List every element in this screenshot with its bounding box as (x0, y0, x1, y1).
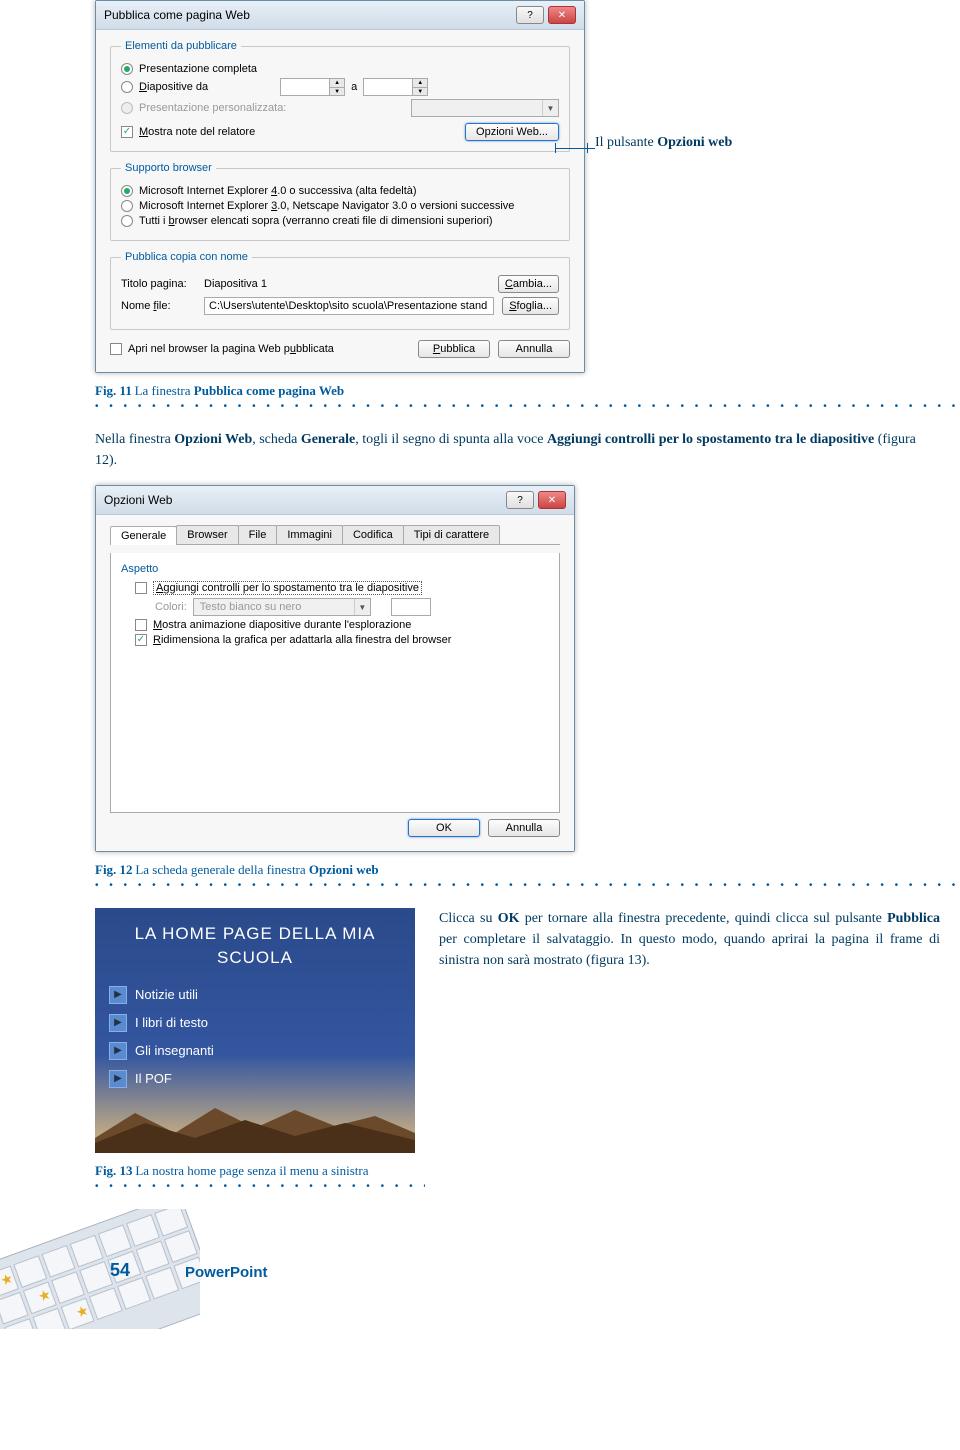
publish-copy-legend: Pubblica copia con nome (121, 251, 252, 263)
help-button[interactable]: ? (506, 491, 534, 509)
spinner-from[interactable]: ▲▼ (280, 78, 345, 96)
page-label: PowerPoint (185, 1264, 268, 1281)
checkbox-add-controls[interactable] (135, 582, 147, 594)
fig11-caption: Fig. 11 La finestra Pubblica come pagina… (95, 383, 960, 399)
colors-label: Colori: (155, 601, 187, 613)
colors-combo: Testo bianco su nero ▼ (193, 598, 371, 616)
play-icon: ▶ (109, 1070, 127, 1088)
checkbox-resize-graphics[interactable] (135, 634, 147, 646)
close-button[interactable]: ✕ (538, 491, 566, 509)
tab-file[interactable]: File (238, 525, 278, 544)
body-paragraph-2: Clicca su OK per tornare alla finestra p… (439, 908, 960, 971)
spinner-up-icon[interactable]: ▲ (413, 79, 427, 87)
checkbox-show-notes-label: Mostra note del relatore (139, 126, 255, 138)
radio-all-browsers-label: Tutti i browser elencati sopra (verranno… (139, 215, 493, 227)
publish-dialog: Pubblica come pagina Web ? ✕ Elementi da… (95, 0, 585, 373)
browser-support-fieldset: Supporto browser Microsoft Internet Expl… (110, 162, 570, 241)
chevron-down-icon: ▼ (354, 599, 370, 615)
play-icon: ▶ (109, 1014, 127, 1032)
tab-panel-generale: Aspetto Aggiungi controlli per lo sposta… (110, 553, 560, 813)
fig13-caption: Fig. 13 La nostra home page senza il men… (95, 1163, 960, 1179)
elements-legend: Elementi da pubblicare (121, 40, 241, 52)
spinner-to[interactable]: ▲▼ (363, 78, 428, 96)
dotted-rule: • • • • • • • • • • • • • • • • • • • • … (95, 880, 960, 890)
body-paragraph-1: Nella finestra Opzioni Web, scheda Gener… (95, 429, 940, 471)
cancel-button[interactable]: Annulla (488, 819, 560, 837)
file-name-label: Nome file: (121, 300, 196, 312)
radio-slides-from[interactable] (121, 81, 133, 93)
tab-browser[interactable]: Browser (176, 525, 238, 544)
fig12-caption: Fig. 12 La scheda generale della finestr… (95, 862, 960, 878)
radio-ie3[interactable] (121, 200, 133, 212)
tab-strip: Generale Browser File Immagini Codifica … (110, 525, 560, 545)
preview-item: ▶Notizie utili (109, 986, 401, 1004)
cancel-button[interactable]: Annulla (498, 340, 570, 358)
browse-button[interactable]: Sfoglia... (502, 297, 559, 315)
tab-codifica[interactable]: Codifica (342, 525, 404, 544)
checkbox-open-browser-label: Apri nel browser la pagina Web pubblicat… (128, 343, 334, 355)
help-button[interactable]: ? (516, 6, 544, 24)
checkbox-add-controls-label: Aggiungi controlli per lo spostamento tr… (153, 581, 422, 595)
checkbox-resize-graphics-label: Ridimensiona la grafica per adattarla al… (153, 634, 451, 646)
file-name-input[interactable] (204, 297, 494, 315)
dialog-title: Pubblica come pagina Web (104, 8, 250, 22)
close-button[interactable]: ✕ (548, 6, 576, 24)
radio-full-label: Presentazione completa (139, 63, 257, 75)
spinner-up-icon[interactable]: ▲ (330, 79, 344, 87)
preview-item: ▶I libri di testo (109, 1014, 401, 1032)
checkbox-show-animation-label: Mostra animazione diapositive durante l'… (153, 619, 411, 631)
radio-custom-label: Presentazione personalizzata: (139, 102, 286, 114)
spinner-to-input[interactable] (363, 78, 413, 96)
tab-generale[interactable]: Generale (110, 526, 177, 545)
homepage-preview: LA HOME PAGE DELLA MIASCUOLA ▶Notizie ut… (95, 908, 415, 1153)
publish-copy-fieldset: Pubblica copia con nome Titolo pagina: D… (110, 251, 570, 330)
spinner-down-icon[interactable]: ▼ (330, 87, 344, 95)
radio-slides-label: Diapositive da (139, 81, 208, 93)
spinner-down-icon[interactable]: ▼ (413, 87, 427, 95)
radio-full-presentation[interactable] (121, 63, 133, 75)
preview-title: LA HOME PAGE DELLA MIASCUOLA (109, 922, 401, 970)
tab-immagini[interactable]: Immagini (276, 525, 343, 544)
play-icon: ▶ (109, 986, 127, 1004)
radio-all-browsers[interactable] (121, 215, 133, 227)
titlebar: Pubblica come pagina Web ? ✕ (96, 1, 584, 30)
color-preview (391, 598, 431, 616)
browser-support-legend: Supporto browser (121, 162, 216, 174)
aspect-legend: Aspetto (121, 563, 549, 575)
checkbox-show-animation[interactable] (135, 619, 147, 631)
web-options-button[interactable]: Opzioni Web... (465, 123, 559, 141)
checkbox-open-browser[interactable] (110, 343, 122, 355)
preview-item: ▶Gli insegnanti (109, 1042, 401, 1060)
titlebar: Opzioni Web ? ✕ (96, 486, 574, 515)
dialog-title: Opzioni Web (104, 493, 172, 507)
keyboard-decoration: ★ ★ ★ (0, 1209, 200, 1329)
page-title-label: Titolo pagina: (121, 278, 196, 290)
label-a: a (351, 81, 357, 93)
radio-ie4-label: Microsoft Internet Explorer 4.0 o succes… (139, 185, 417, 197)
elements-fieldset: Elementi da pubblicare Presentazione com… (110, 40, 570, 152)
page-title-value: Diapositiva 1 (204, 278, 490, 290)
page-number: 54 (110, 1260, 130, 1281)
change-button[interactable]: Cambia... (498, 275, 559, 293)
play-icon: ▶ (109, 1042, 127, 1060)
publish-button[interactable]: Pubblica (418, 340, 490, 358)
radio-custom-presentation (121, 102, 133, 114)
dotted-rule: • • • • • • • • • • • • • • • • • • • • … (95, 401, 960, 411)
annotation-web-options: Il pulsante Opzioni web (595, 135, 732, 151)
preview-item: ▶Il POF (109, 1070, 401, 1088)
radio-ie4[interactable] (121, 185, 133, 197)
web-options-dialog: Opzioni Web ? ✕ Generale Browser File Im… (95, 485, 575, 852)
radio-ie3-label: Microsoft Internet Explorer 3.0, Netscap… (139, 200, 514, 212)
custom-combo: ▼ (411, 99, 559, 117)
chevron-down-icon: ▼ (542, 100, 558, 116)
checkbox-show-notes[interactable] (121, 126, 133, 138)
tab-tipi-carattere[interactable]: Tipi di carattere (403, 525, 500, 544)
dotted-rule: • • • • • • • • • • • • • • • • • • • • … (95, 1181, 425, 1191)
spinner-from-input[interactable] (280, 78, 330, 96)
ok-button[interactable]: OK (408, 819, 480, 837)
